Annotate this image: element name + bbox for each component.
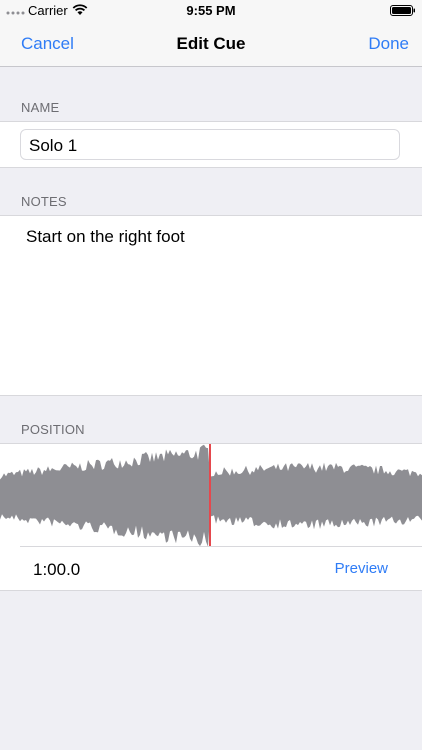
status-time: 9:55 PM — [186, 3, 236, 18]
divider — [20, 546, 422, 547]
preview-button[interactable]: Preview — [335, 560, 388, 577]
page-title: Edit Cue — [176, 34, 246, 53]
position-cell: 1:00.0 Preview — [0, 443, 422, 591]
notes-section-header: NOTES — [21, 194, 67, 209]
position-time-value: 1:00.0 — [33, 560, 81, 579]
battery-icon — [390, 5, 415, 16]
notes-text: Start on the right foot — [26, 227, 185, 246]
status-bar: Carrier 9:55 PM — [0, 0, 422, 22]
name-cell: Solo 1 — [0, 121, 422, 168]
done-button[interactable]: Done — [368, 34, 409, 54]
name-input[interactable]: Solo 1 — [20, 129, 400, 160]
notes-textview[interactable]: Start on the right foot — [0, 215, 422, 396]
navigation-bar: Cancel Edit Cue Done — [0, 22, 422, 67]
name-section-header: NAME — [21, 100, 60, 115]
audio-waveform[interactable] — [0, 444, 422, 546]
playhead-marker[interactable] — [209, 444, 211, 546]
position-section-header: POSITION — [21, 422, 85, 437]
